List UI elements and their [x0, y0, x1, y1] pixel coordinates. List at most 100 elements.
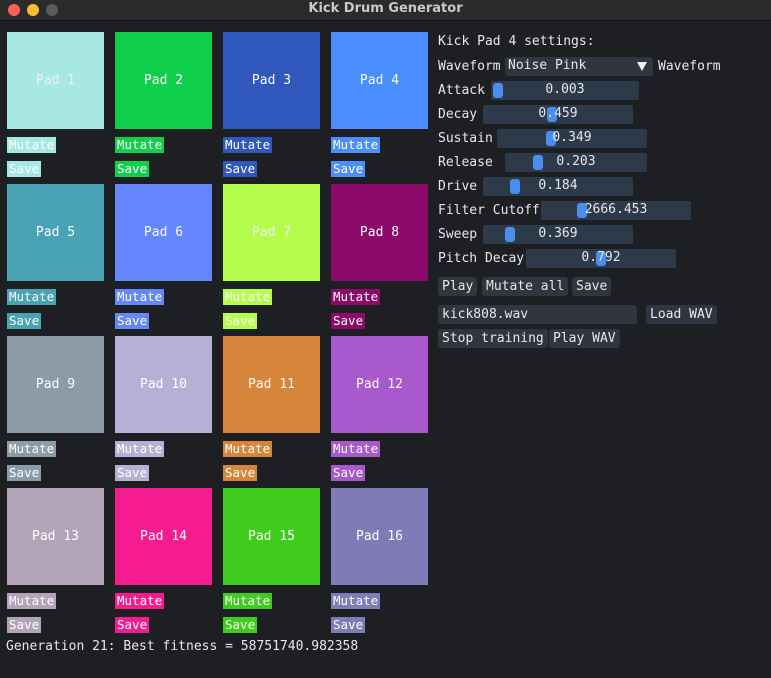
waveform-value: Noise Pink — [508, 58, 587, 73]
chevron-down-icon — [637, 62, 647, 71]
pad-6-save-button[interactable]: Save — [115, 313, 150, 329]
param-slider-filter-cutoff[interactable]: 2666.453 — [541, 201, 691, 220]
pad-1[interactable]: Pad 1 — [7, 32, 104, 129]
param-slider-sweep[interactable]: 0.369 — [483, 225, 633, 244]
param-label: Sustain — [438, 131, 493, 146]
pad-2[interactable]: Pad 2 — [115, 32, 212, 129]
pad-9[interactable]: Pad 9 — [7, 336, 104, 433]
pad-15[interactable]: Pad 15 — [223, 488, 320, 585]
pad-4-save-button[interactable]: Save — [331, 161, 366, 177]
pad-7-save-button[interactable]: Save — [223, 313, 258, 329]
window-title: Kick Drum Generator — [308, 1, 463, 16]
pad-15-save-button[interactable]: Save — [223, 617, 258, 633]
param-slider-sustain[interactable]: 0.349 — [497, 129, 647, 148]
play-button[interactable]: Play — [438, 277, 478, 296]
pad-8-mutate-button[interactable]: Mutate — [331, 289, 381, 305]
pad-13-mutate-button[interactable]: Mutate — [7, 593, 57, 609]
pad-3-save-button[interactable]: Save — [223, 161, 258, 177]
mutate-all-button[interactable]: Mutate all — [482, 277, 569, 296]
param-value: 0.003 — [545, 82, 585, 97]
param-slider-drive[interactable]: 0.184 — [483, 177, 633, 196]
pad-11[interactable]: Pad 11 — [223, 336, 320, 433]
pad-label: Pad 5 — [35, 225, 76, 240]
pad-7-mutate-button[interactable]: Mutate — [223, 289, 273, 305]
param-value: 0.369 — [538, 226, 578, 241]
waveform-select[interactable]: Noise Pink — [505, 57, 653, 76]
pad-15-mutate-button[interactable]: Mutate — [223, 593, 273, 609]
pad-9-mutate-button[interactable]: Mutate — [7, 441, 57, 457]
pad-10-mutate-button[interactable]: Mutate — [115, 441, 165, 457]
pad-12[interactable]: Pad 12 — [331, 336, 428, 433]
pad-12-save-button[interactable]: Save — [331, 465, 366, 481]
param-slider-attack[interactable]: 0.003 — [491, 81, 639, 100]
pad-2-save-button[interactable]: Save — [115, 161, 150, 177]
pad-6[interactable]: Pad 6 — [115, 184, 212, 281]
pad-16-mutate-button[interactable]: Mutate — [331, 593, 381, 609]
pad-1-mutate-button[interactable]: Mutate — [7, 137, 57, 153]
pad-12-mutate-button[interactable]: Mutate — [331, 441, 381, 457]
pad-label: Pad 2 — [143, 73, 184, 88]
save-button[interactable]: Save — [572, 277, 612, 296]
pad-8-save-button[interactable]: Save — [331, 313, 366, 329]
pad-label: Pad 1 — [35, 73, 76, 88]
settings-heading: Kick Pad 4 settings: — [438, 34, 595, 49]
pad-5[interactable]: Pad 5 — [7, 184, 104, 281]
param-label: Pitch Decay — [438, 251, 525, 266]
pad-10[interactable]: Pad 10 — [115, 336, 212, 433]
param-label: Attack — [438, 83, 485, 98]
param-value: 0.792 — [581, 250, 621, 265]
pad-7[interactable]: Pad 7 — [223, 184, 320, 281]
waveform-suffix-label: Waveform — [658, 59, 721, 74]
pad-3-mutate-button[interactable]: Mutate — [223, 137, 273, 153]
pad-10-save-button[interactable]: Save — [115, 465, 150, 481]
pad-label: Pad 16 — [356, 529, 403, 544]
param-value: 2666.453 — [584, 202, 648, 217]
waveform-label: Waveform — [438, 59, 501, 74]
pad-14-save-button[interactable]: Save — [115, 617, 150, 633]
param-value: 0.203 — [556, 154, 596, 169]
pad-label: Pad 11 — [248, 377, 295, 392]
title-bar: Kick Drum Generator — [0, 0, 771, 21]
param-value: 0.184 — [538, 178, 578, 193]
param-label: Filter Cutoff — [438, 203, 540, 218]
pad-9-save-button[interactable]: Save — [7, 465, 42, 481]
param-value: 0.349 — [552, 130, 592, 145]
pad-5-mutate-button[interactable]: Mutate — [7, 289, 57, 305]
param-slider-release[interactable]: 0.203 — [505, 153, 647, 172]
wav-file-input[interactable]: kick808.wav — [438, 305, 637, 324]
pad-label: Pad 4 — [359, 73, 400, 88]
pad-16[interactable]: Pad 16 — [331, 488, 428, 585]
pad-2-mutate-button[interactable]: Mutate — [115, 137, 165, 153]
load-wav-button[interactable]: Load WAV — [646, 305, 717, 324]
pad-6-mutate-button[interactable]: Mutate — [115, 289, 165, 305]
param-value: 0.459 — [538, 106, 578, 121]
pad-3[interactable]: Pad 3 — [223, 32, 320, 129]
param-slider-pitch-decay[interactable]: 0.792 — [526, 249, 676, 268]
pad-1-save-button[interactable]: Save — [7, 161, 42, 177]
pad-label: Pad 14 — [140, 529, 187, 544]
pad-13-save-button[interactable]: Save — [7, 617, 42, 633]
pad-4[interactable]: Pad 4 — [331, 32, 428, 129]
pad-label: Pad 12 — [356, 377, 403, 392]
pad-11-mutate-button[interactable]: Mutate — [223, 441, 273, 457]
pad-5-save-button[interactable]: Save — [7, 313, 42, 329]
pad-14[interactable]: Pad 14 — [115, 488, 212, 585]
pad-label: Pad 8 — [359, 225, 400, 240]
param-label: Release — [438, 155, 493, 170]
pad-label: Pad 15 — [248, 529, 295, 544]
pad-label: Pad 10 — [140, 377, 187, 392]
pad-label: Pad 6 — [143, 225, 184, 240]
stop-training-button[interactable]: Stop training — [438, 329, 548, 348]
play-wav-button[interactable]: Play WAV — [549, 329, 620, 348]
pad-label: Pad 7 — [251, 225, 292, 240]
pad-8[interactable]: Pad 8 — [331, 184, 428, 281]
pad-13[interactable]: Pad 13 — [7, 488, 104, 585]
pad-label: Pad 3 — [251, 73, 292, 88]
pad-4-mutate-button[interactable]: Mutate — [331, 137, 381, 153]
pad-16-save-button[interactable]: Save — [331, 617, 366, 633]
param-slider-decay[interactable]: 0.459 — [483, 105, 633, 124]
param-label: Sweep — [438, 227, 478, 242]
pad-11-save-button[interactable]: Save — [223, 465, 258, 481]
status-text: Generation 21: Best fitness = 58751740.9… — [6, 639, 359, 654]
pad-14-mutate-button[interactable]: Mutate — [115, 593, 165, 609]
